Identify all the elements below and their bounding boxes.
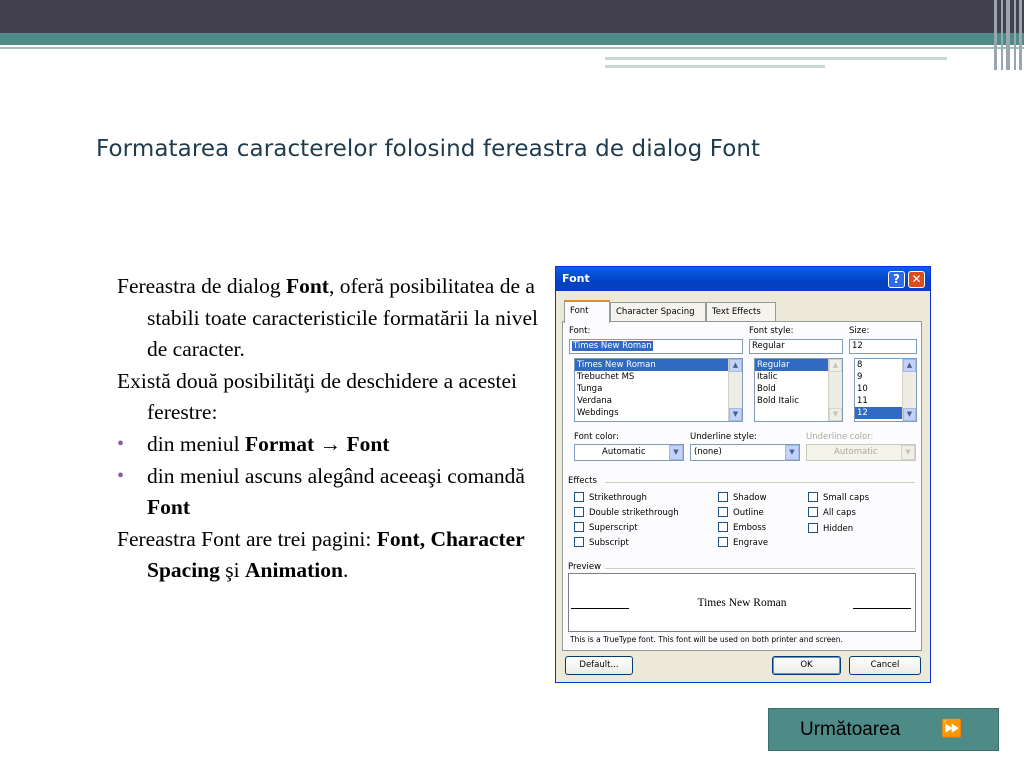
list-item[interactable]: Trebuchet MS: [575, 371, 742, 383]
bullet-item-1: din meniul Format → Font: [117, 429, 557, 461]
header-line: [0, 47, 1024, 49]
bullet-item-2: din meniul ascuns alegând aceeaşi comand…: [117, 461, 557, 524]
header-vertical-bars: [990, 0, 1024, 70]
subscript-checkbox[interactable]: Subscript: [574, 537, 629, 548]
list-item[interactable]: Webdings: [575, 407, 742, 419]
header-teal-bar: [0, 33, 1024, 45]
size-input[interactable]: 12: [849, 339, 917, 354]
underline-style-label: Underline style:: [690, 432, 758, 442]
paragraph-1: Fereastra de dialog Font, oferă posibili…: [117, 274, 538, 362]
hidden-checkbox[interactable]: Hidden: [808, 523, 853, 534]
style-list-scrollbar[interactable]: ▲ ▼: [828, 359, 842, 421]
next-button[interactable]: Următoarea ⏩: [768, 708, 999, 751]
preview-group-label: Preview: [568, 562, 602, 572]
list-item[interactable]: Verdana: [575, 395, 742, 407]
chevron-down-icon: ▼: [669, 445, 683, 460]
superscript-checkbox[interactable]: Superscript: [574, 522, 638, 533]
ok-button[interactable]: OK: [772, 656, 841, 675]
underline-style-select[interactable]: (none) ▼: [690, 444, 800, 461]
size-list-scrollbar[interactable]: ▲ ▼: [902, 359, 916, 421]
header-accent-line: [605, 57, 947, 60]
scroll-up-icon[interactable]: ▲: [729, 359, 742, 372]
divider: [605, 568, 915, 569]
slide-title: Formatarea caracterelor folosind fereast…: [96, 136, 761, 162]
scroll-up-icon[interactable]: ▲: [903, 359, 916, 372]
font-color-label: Font color:: [574, 432, 619, 442]
underline-color-select[interactable]: Automatic ▼: [806, 444, 916, 461]
size-label: Size:: [849, 326, 870, 336]
font-list-scrollbar[interactable]: ▲ ▼: [728, 359, 742, 421]
font-style-label: Font style:: [749, 326, 794, 336]
small-caps-checkbox[interactable]: Small caps: [808, 492, 869, 503]
list-item[interactable]: Times New Roman: [575, 359, 742, 371]
outline-checkbox[interactable]: Outline: [718, 507, 764, 518]
emboss-checkbox[interactable]: Emboss: [718, 522, 766, 533]
tab-text-effects[interactable]: Text Effects: [706, 302, 776, 322]
chevron-down-icon: ▼: [785, 445, 799, 460]
list-item[interactable]: Tunga: [575, 383, 742, 395]
fast-forward-icon: ⏩: [941, 719, 963, 738]
cancel-button[interactable]: Cancel: [849, 656, 921, 675]
preview-baseline: [853, 608, 911, 609]
size-list[interactable]: 8 9 10 11 12 ▲ ▼: [854, 358, 917, 422]
font-style-list[interactable]: Regular Italic Bold Bold Italic ▲ ▼: [754, 358, 843, 422]
divider: [605, 482, 915, 483]
font-color-select[interactable]: Automatic ▼: [574, 444, 684, 461]
shadow-checkbox[interactable]: Shadow: [718, 492, 767, 503]
font-name-input[interactable]: Times New Roman: [569, 339, 743, 354]
font-style-input[interactable]: Regular: [749, 339, 843, 354]
paragraph-2: Există două posibilităţi de deschidere a…: [117, 368, 517, 425]
font-name-list[interactable]: Times New Roman Trebuchet MS Tunga Verda…: [574, 358, 743, 422]
effects-group-label: Effects: [568, 476, 597, 486]
header-accent-line: [605, 65, 825, 68]
underline-color-label: Underline color:: [806, 432, 874, 442]
help-button[interactable]: ?: [888, 271, 905, 288]
truetype-note: This is a TrueType font. This font will …: [570, 635, 843, 644]
tab-character-spacing[interactable]: Character Spacing: [610, 302, 706, 322]
scroll-down-icon[interactable]: ▼: [903, 408, 916, 421]
dialog-titlebar: Font ? ✕: [556, 267, 930, 291]
tab-font[interactable]: Font: [564, 300, 610, 323]
scroll-up-icon[interactable]: ▲: [829, 359, 842, 372]
double-strikethrough-checkbox[interactable]: Double strikethrough: [574, 507, 679, 518]
scroll-down-icon[interactable]: ▼: [729, 408, 742, 421]
scroll-down-icon[interactable]: ▼: [829, 408, 842, 421]
all-caps-checkbox[interactable]: All caps: [808, 507, 856, 518]
slide-body: Fereastra de dialog Font, oferă posibili…: [117, 271, 557, 587]
font-dialog: Font ? ✕ Font Character Spacing Text Eff…: [555, 266, 931, 683]
engrave-checkbox[interactable]: Engrave: [718, 537, 768, 548]
font-label: Font:: [569, 326, 591, 336]
dialog-title: Font: [562, 272, 590, 285]
header-dark-bar: [0, 0, 1024, 33]
strikethrough-checkbox[interactable]: Strikethrough: [574, 492, 647, 503]
preview-box: Times New Roman: [568, 573, 916, 632]
next-button-label: Următoarea: [800, 719, 901, 740]
chevron-down-icon: ▼: [901, 445, 915, 460]
close-button[interactable]: ✕: [908, 271, 925, 288]
default-button[interactable]: Default...: [565, 656, 633, 675]
paragraph-3: Fereastra Font are trei pagini: Font, Ch…: [117, 526, 525, 583]
